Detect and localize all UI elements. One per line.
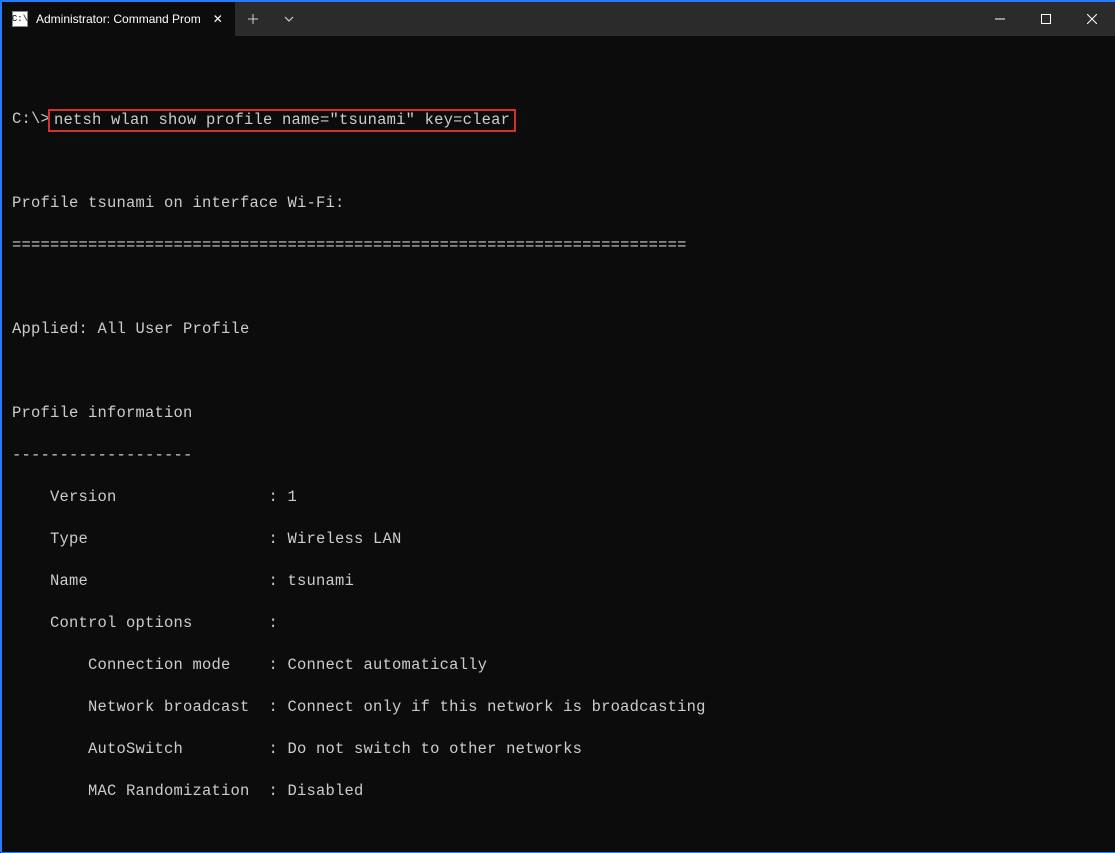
maximize-icon bbox=[1041, 14, 1051, 24]
tab-close-button[interactable]: ✕ bbox=[209, 10, 227, 28]
window-titlebar: C:\ Administrator: Command Prom ✕ bbox=[2, 2, 1115, 36]
new-tab-button[interactable] bbox=[235, 2, 271, 36]
close-window-button[interactable] bbox=[1069, 2, 1115, 36]
prompt: C:\> bbox=[12, 109, 50, 130]
minimize-icon bbox=[995, 14, 1005, 24]
chevron-down-icon bbox=[283, 13, 295, 25]
divider-line: ========================================… bbox=[12, 235, 1105, 256]
minimize-button[interactable] bbox=[977, 2, 1023, 36]
kv-row: Type : Wireless LAN bbox=[12, 529, 1105, 550]
kv-row: Control options : bbox=[12, 613, 1105, 634]
window-controls bbox=[977, 2, 1115, 36]
tab-title: Administrator: Command Prom bbox=[36, 12, 201, 26]
section-underline: ------------------- bbox=[12, 445, 1105, 466]
kv-row: Network broadcast : Connect only if this… bbox=[12, 697, 1105, 718]
plus-icon bbox=[247, 13, 259, 25]
section-title-profile-info: Profile information bbox=[12, 403, 1105, 424]
command-highlight: netsh wlan show profile name="tsunami" k… bbox=[48, 109, 516, 132]
kv-row: Version : 1 bbox=[12, 487, 1105, 508]
active-tab[interactable]: C:\ Administrator: Command Prom ✕ bbox=[2, 2, 235, 36]
kv-row: Name : tsunami bbox=[12, 571, 1105, 592]
close-icon bbox=[1087, 14, 1097, 24]
kv-row: Connection mode : Connect automatically bbox=[12, 655, 1105, 676]
applied-line: Applied: All User Profile bbox=[12, 319, 1105, 340]
cmd-icon: C:\ bbox=[12, 11, 28, 27]
tab-dropdown-button[interactable] bbox=[271, 2, 307, 36]
profile-header: Profile tsunami on interface Wi-Fi: bbox=[12, 193, 1105, 214]
kv-row: MAC Randomization : Disabled bbox=[12, 781, 1105, 802]
tabbar bbox=[235, 2, 977, 36]
maximize-button[interactable] bbox=[1023, 2, 1069, 36]
terminal-output[interactable]: C:\>netsh wlan show profile name="tsunam… bbox=[2, 36, 1115, 853]
kv-row: AutoSwitch : Do not switch to other netw… bbox=[12, 739, 1105, 760]
